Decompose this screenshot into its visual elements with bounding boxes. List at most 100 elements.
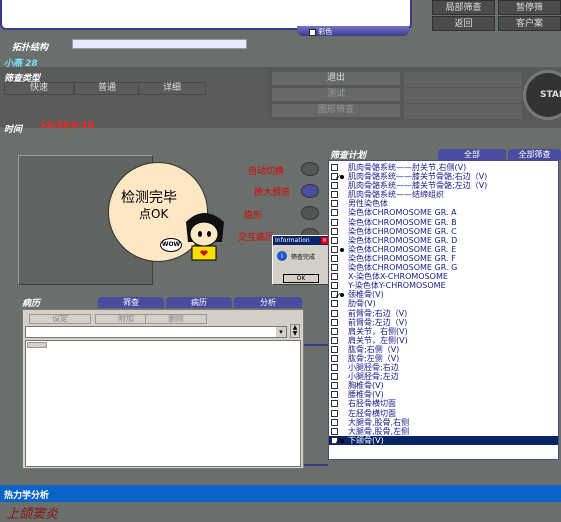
detailed-option[interactable]: 详细	[138, 82, 206, 95]
plan-item-checkbox[interactable]	[331, 254, 338, 262]
tab-screen[interactable]: 筛查	[98, 297, 164, 308]
zoom-preview-toggle[interactable]	[301, 184, 319, 198]
plan-item-checkbox[interactable]	[331, 218, 338, 226]
tab-all[interactable]: 全部	[438, 149, 506, 160]
plan-list-item[interactable]: 前臂骨;右边（V)	[329, 309, 558, 318]
plan-list-item[interactable]: 腰椎骨(V)	[329, 390, 558, 399]
plan-item-checkbox[interactable]	[331, 309, 338, 317]
plan-item-checkbox[interactable]	[331, 182, 338, 190]
plan-list-item[interactable]: 小腿胫骨;右边	[329, 363, 558, 372]
plan-item-checkbox[interactable]	[331, 364, 338, 372]
status-dot-icon	[340, 247, 344, 252]
plan-list-item[interactable]: 前臂骨;左边（V)	[329, 318, 558, 327]
pause-screen-button[interactable]: 暂停筛	[498, 0, 561, 15]
plan-list-item[interactable]: 右胫骨横切面	[329, 399, 558, 408]
delete-button[interactable]: 删除	[145, 314, 207, 324]
plan-list-item[interactable]: 染色体CHROMOSOME GR. B	[329, 218, 558, 227]
plan-list-item[interactable]: 肩关节，右侧(V)	[329, 327, 558, 336]
plan-item-checkbox[interactable]	[331, 345, 338, 353]
plan-list-item[interactable]: 左胫骨横切面	[329, 409, 558, 418]
plan-list-item[interactable]: 肋骨(V)	[329, 299, 558, 308]
plan-list-item[interactable]: Y-染色体Y-CHROMOSOME	[329, 281, 558, 290]
plan-item-checkbox[interactable]	[331, 382, 338, 390]
plan-item-checkbox[interactable]	[331, 227, 338, 235]
analysis-bar[interactable]: 热力学分析	[0, 485, 561, 502]
plan-list-item[interactable]: 染色体CHROMOSOME GR. A	[329, 208, 558, 217]
plan-item-label: 右胫骨横切面	[348, 399, 396, 409]
plan-item-label: 前臂骨;左边（V)	[348, 317, 408, 327]
close-icon[interactable]: ×	[321, 237, 328, 244]
color-checkbox[interactable]	[309, 28, 316, 36]
plan-item-checkbox[interactable]	[331, 282, 338, 290]
normal-option[interactable]: 普通	[74, 82, 140, 95]
plan-item-checkbox[interactable]	[331, 318, 338, 326]
plan-item-checkbox[interactable]	[331, 327, 338, 335]
plan-list-item[interactable]: 肱骨;左侧（V)	[329, 354, 558, 363]
plan-item-checkbox[interactable]	[331, 427, 338, 435]
exit-button[interactable]: 退出	[272, 72, 400, 85]
plan-item-checkbox[interactable]	[331, 418, 338, 426]
plan-list-item[interactable]: 肌肉骨骼系统——肘关节,右侧(V)	[329, 163, 558, 172]
plan-item-checkbox[interactable]: ✓	[331, 436, 342, 445]
plan-list-item[interactable]: 染色体CHROMOSOME GR. F	[329, 254, 558, 263]
test-button[interactable]: 测试	[272, 88, 400, 101]
hidden-label: 隐形	[243, 211, 262, 221]
plan-item-checkbox[interactable]	[331, 209, 338, 217]
plan-list-item[interactable]: 染色体CHROMOSOME GR. G	[329, 263, 558, 272]
auto-switch-toggle[interactable]	[301, 162, 319, 176]
plan-list-item[interactable]: 男性染色体	[329, 199, 558, 208]
plan-list-item[interactable]: 染色体CHROMOSOME GR. E	[329, 245, 558, 254]
plan-list-item[interactable]: 肱骨;右侧（V)	[329, 345, 558, 354]
record-select[interactable]	[25, 326, 287, 338]
tab-analysis[interactable]: 分析	[234, 297, 302, 308]
topology-field[interactable]	[72, 39, 247, 49]
spinner-icon[interactable]: ▲ ▼	[290, 324, 300, 338]
plan-list-item[interactable]: ✓ 肌肉骨骼系统——膝关节骨骼;右边（V)	[329, 172, 558, 181]
tab-all-detect[interactable]: 全部筛查	[508, 149, 561, 160]
plan-list-item[interactable]: 肌肉骨骼系统——结缔组织	[329, 190, 558, 199]
plan-item-checkbox[interactable]: ✓	[331, 291, 342, 299]
plan-item-checkbox[interactable]	[331, 400, 338, 408]
plan-list-item[interactable]: 大腿骨,股骨,右侧	[329, 418, 558, 427]
plan-item-checkbox[interactable]	[331, 264, 338, 272]
plan-list-item[interactable]: 大腿骨,股骨,左侧	[329, 427, 558, 436]
plan-item-checkbox[interactable]	[331, 354, 338, 362]
plan-item-checkbox[interactable]: ✓	[331, 173, 342, 181]
dialog-ok-button[interactable]: OK	[283, 274, 319, 283]
plan-item-checkbox[interactable]	[331, 273, 338, 281]
plan-list-item[interactable]: 肩关节，左侧(V)	[329, 336, 558, 345]
analysis-label: 热力学分析	[4, 491, 50, 501]
plan-list-item[interactable]: 小腿胫骨;左边	[329, 372, 558, 381]
plan-item-label: 前臂骨;右边（V)	[348, 308, 408, 318]
plan-item-checkbox[interactable]	[331, 391, 338, 399]
plan-list-item[interactable]: 染色体CHROMOSOME GR. C	[329, 227, 558, 236]
return-button[interactable]: 返回	[432, 16, 495, 31]
plan-item-checkbox[interactable]	[331, 164, 338, 171]
plan-list-item[interactable]: 染色体CHROMOSOME GR. D	[329, 236, 558, 245]
status-dot-icon	[340, 293, 344, 298]
graphic-screen-button[interactable]: 图形筛查	[272, 104, 400, 117]
tab-record[interactable]: 病历	[166, 297, 232, 308]
plan-item-checkbox[interactable]	[331, 373, 338, 381]
partial-screen-button[interactable]: 局部筛查	[432, 0, 495, 15]
plan-list-item[interactable]: 肌肉骨骼系统——膝关节骨骼;左边（V)	[329, 181, 558, 190]
hidden-toggle[interactable]	[301, 206, 319, 220]
plan-item-checkbox[interactable]	[331, 300, 338, 308]
plan-list-item[interactable]: ✓ 颈椎骨(V)	[329, 290, 558, 299]
start-label: STAR	[540, 90, 561, 100]
plan-list-item[interactable]: ✓ 下颌骨(V)	[329, 435, 558, 445]
plan-item-checkbox[interactable]	[331, 191, 338, 199]
customer-case-button[interactable]: 客户案	[498, 16, 561, 31]
plan-item-checkbox[interactable]	[331, 236, 338, 244]
settings-button[interactable]: 设定	[29, 314, 91, 324]
plan-item-checkbox[interactable]	[331, 336, 338, 344]
record-text-area[interactable]	[25, 340, 301, 467]
chevron-down-icon[interactable]: ▾	[276, 327, 286, 337]
plan-item-checkbox[interactable]	[331, 409, 338, 417]
plan-item-checkbox[interactable]	[331, 245, 338, 253]
quick-option[interactable]: 快速	[4, 82, 74, 95]
plan-list-item[interactable]: X-染色体X-CHROMOSOME	[329, 272, 558, 281]
plan-item-label: 染色体CHROMOSOME GR. E	[348, 244, 457, 254]
plan-list-item[interactable]: 胸椎骨(V)	[329, 381, 558, 390]
plan-item-checkbox[interactable]	[331, 200, 338, 208]
